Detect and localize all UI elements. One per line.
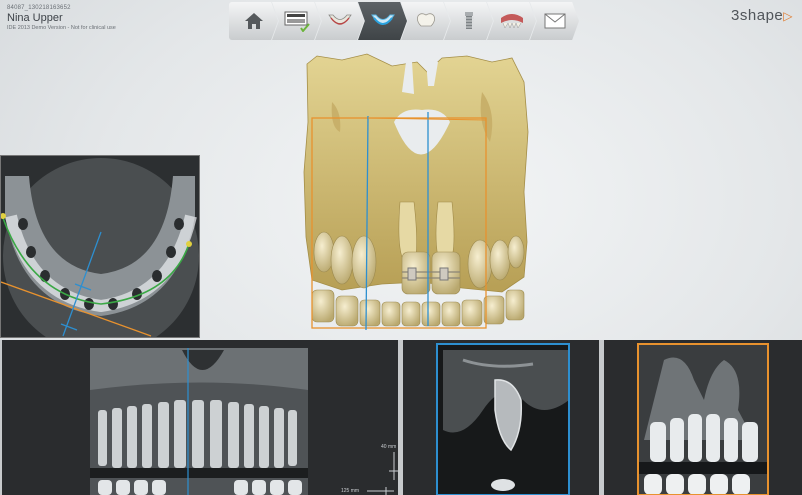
bottom-panels: 40 mm 125 mm [0, 340, 802, 495]
workflow-toolbar [229, 2, 579, 40]
cross-section-blue-panel[interactable] [403, 340, 599, 495]
tooth-button[interactable] [401, 2, 450, 40]
tooth-icon [416, 13, 435, 27]
demo-note: IDE 2013 Demo Version - Not for clinical… [7, 25, 116, 31]
mail-icon [544, 13, 565, 29]
brand-logo: 3shape▷ [731, 7, 793, 24]
jaw-highlight-icon [370, 14, 395, 25]
implant-icon [463, 12, 474, 29]
cross-section-orange-panel[interactable] [604, 340, 802, 495]
mail-button[interactable] [530, 2, 579, 40]
jaw-icon [327, 14, 352, 25]
gum-icon [500, 14, 523, 29]
scan-info-icon [284, 11, 310, 32]
scale-label-bottom: 125 mm [341, 488, 360, 494]
jaw-model-button[interactable] [315, 2, 364, 40]
scale-label-top: 40 mm [381, 444, 397, 450]
3d-model-view[interactable] [302, 52, 532, 334]
home-icon [244, 13, 263, 29]
home-button[interactable] [229, 2, 278, 40]
axial-slice-panel[interactable] [0, 155, 200, 338]
logo-triangle-icon: ▷ [783, 9, 793, 23]
gum-button[interactable] [487, 2, 536, 40]
panoramic-view-panel[interactable]: 40 mm 125 mm [2, 340, 398, 495]
jaw-highlight-button[interactable] [358, 2, 407, 40]
scan-info-button[interactable] [272, 2, 321, 40]
patient-name: Nina Upper [7, 12, 63, 24]
implant-button[interactable] [444, 2, 493, 40]
patient-id: 84087_130218163652 [7, 5, 71, 11]
patient-info: 84087_130218163652 Nina Upper IDE 2013 D… [7, 5, 116, 31]
